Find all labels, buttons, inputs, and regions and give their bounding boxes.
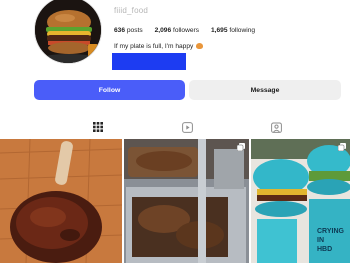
posts-grid: CRYING IN HBD [0, 139, 350, 263]
post-photo-braised-meat [124, 139, 249, 263]
post-tile-3[interactable]: CRYING IN HBD [251, 139, 350, 263]
posts-count-label: posts [126, 27, 143, 34]
posts-count-value: 636 [114, 27, 126, 34]
multiple-photos-icon [338, 143, 346, 151]
multiple-photos-icon [237, 143, 245, 151]
following-count-label: following [229, 27, 256, 34]
tab-posts[interactable] [88, 118, 108, 136]
profile-avatar[interactable] [34, 0, 102, 64]
following-count[interactable]: 1,695 following [211, 27, 255, 34]
followers-count-label: followers [172, 27, 200, 34]
posts-count[interactable]: 636 posts [114, 27, 143, 34]
follow-button[interactable]: Follow [34, 80, 185, 100]
burger-avatar-image [35, 0, 101, 63]
profile-stats: 636 posts 2,096 followers 1,695 followin… [114, 27, 255, 34]
svg-text:HBD: HBD [317, 246, 332, 253]
svg-text:IN: IN [317, 237, 324, 244]
smiling-face-icon [196, 43, 204, 49]
followers-count-value: 2,096 [154, 27, 172, 34]
post-tile-1[interactable] [0, 139, 122, 263]
message-button[interactable]: Message [189, 80, 341, 100]
post-tile-2[interactable] [124, 139, 249, 263]
following-count-value: 1,695 [211, 27, 228, 34]
profile-bio: If my plate is full, I'm happy [114, 43, 204, 50]
profile-link-redacted[interactable] [112, 53, 186, 70]
tab-reels[interactable] [177, 118, 197, 136]
svg-text:CRYING: CRYING [317, 228, 345, 235]
post-photo-steak [0, 139, 122, 263]
tagged-icon [270, 122, 282, 133]
post-photo-blue-burgers: CRYING IN HBD [251, 139, 350, 263]
grid-icon [93, 122, 103, 132]
followers-count[interactable]: 2,096 followers [155, 27, 199, 34]
profile-tabs [0, 118, 350, 136]
profile-username: fiiid_food [114, 6, 149, 15]
profile-bio-text: If my plate is full, I'm happy [114, 43, 194, 50]
tab-tagged[interactable] [266, 118, 286, 136]
reels-icon [181, 121, 193, 133]
